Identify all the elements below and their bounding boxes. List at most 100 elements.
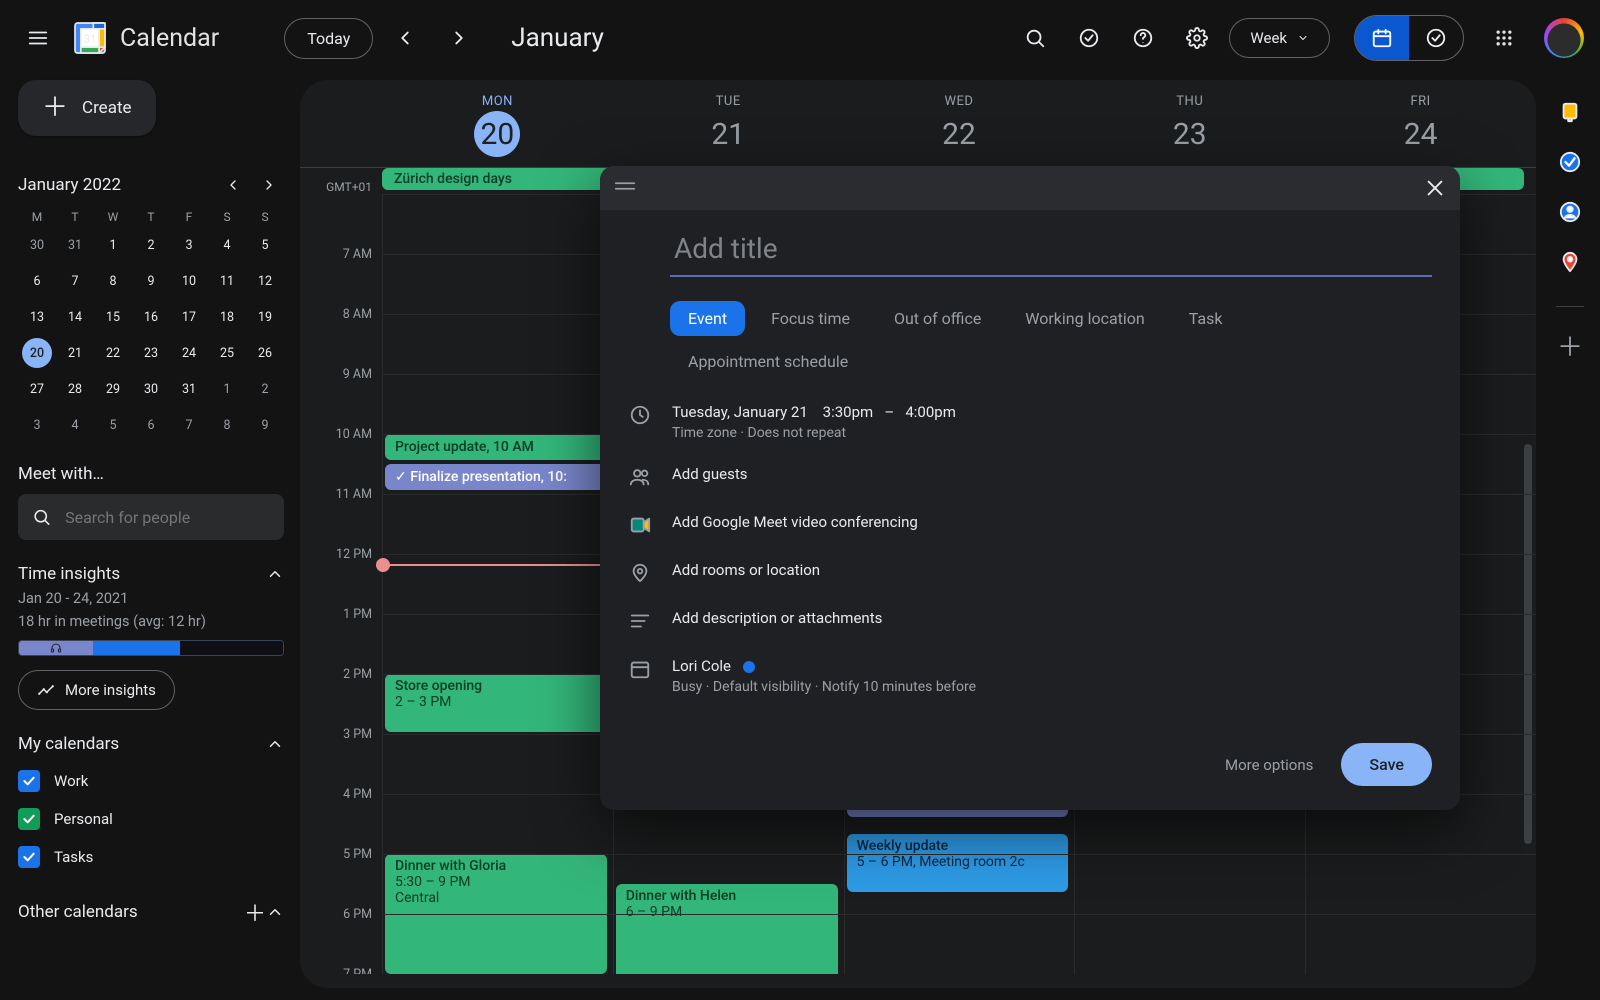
drag-handle-icon[interactable] xyxy=(614,179,636,197)
create-button[interactable]: ＋ Create xyxy=(18,80,156,136)
event-start-time[interactable]: 3:30pm xyxy=(823,403,874,421)
mini-next-button[interactable] xyxy=(254,170,284,200)
keep-icon[interactable] xyxy=(1558,100,1582,124)
mini-day[interactable]: 28 xyxy=(60,374,90,404)
event-title-input[interactable] xyxy=(670,216,1432,277)
mini-day[interactable]: 30 xyxy=(22,230,52,260)
mini-day[interactable]: 13 xyxy=(22,302,52,332)
tasks-app-icon[interactable] xyxy=(1558,150,1582,174)
mini-day[interactable]: 15 xyxy=(98,302,128,332)
mini-day[interactable]: 8 xyxy=(98,266,128,296)
collapse-other-calendars[interactable] xyxy=(266,903,284,921)
calendar-event[interactable]: Weekly update5 – 6 PM, Meeting room 2c xyxy=(847,834,1069,892)
mini-day[interactable]: 9 xyxy=(250,410,280,440)
maps-icon[interactable] xyxy=(1558,250,1582,274)
view-dropdown[interactable]: Week xyxy=(1229,18,1330,58)
tasks-view-toggle[interactable] xyxy=(1409,16,1463,60)
mini-day[interactable]: 1 xyxy=(212,374,242,404)
event-end-time[interactable]: 4:00pm xyxy=(905,403,956,421)
mini-day[interactable]: 21 xyxy=(60,338,90,368)
task-check-icon[interactable] xyxy=(1067,16,1111,60)
event-date[interactable]: Tuesday, January 21 xyxy=(672,403,808,421)
mini-day[interactable]: 23 xyxy=(136,338,166,368)
mini-day[interactable]: 5 xyxy=(250,230,280,260)
mini-day[interactable]: 2 xyxy=(136,230,166,260)
help-icon[interactable] xyxy=(1121,16,1165,60)
calendar-item[interactable]: Work xyxy=(18,770,284,792)
event-type-tab[interactable]: Event xyxy=(670,301,745,336)
mini-day[interactable]: 18 xyxy=(212,302,242,332)
calendar-checkbox[interactable] xyxy=(18,846,40,868)
more-options-button[interactable]: More options xyxy=(1225,756,1313,774)
account-avatar[interactable] xyxy=(1544,18,1584,58)
day-header[interactable]: WED22 xyxy=(844,80,1075,167)
calendar-view-toggle[interactable] xyxy=(1355,16,1409,60)
mini-day[interactable]: 26 xyxy=(250,338,280,368)
mini-day[interactable]: 17 xyxy=(174,302,204,332)
mini-day[interactable]: 2 xyxy=(250,374,280,404)
contacts-icon[interactable] xyxy=(1558,200,1582,224)
add-other-calendar[interactable]: ＋ xyxy=(244,896,266,928)
add-description-button[interactable]: Add description or attachments xyxy=(672,609,1432,627)
mini-day[interactable]: 24 xyxy=(174,338,204,368)
save-button[interactable]: Save xyxy=(1341,743,1432,786)
add-guests-button[interactable]: Add guests xyxy=(672,465,1432,483)
today-button[interactable]: Today xyxy=(284,18,373,59)
mini-day[interactable]: 3 xyxy=(174,230,204,260)
day-header[interactable]: MON20 xyxy=(382,80,613,167)
mini-day[interactable]: 3 xyxy=(22,410,52,440)
event-type-tab[interactable]: Appointment schedule xyxy=(670,344,866,379)
close-icon[interactable] xyxy=(1424,177,1446,199)
event-type-tab[interactable]: Focus time xyxy=(753,301,868,336)
add-meet-button[interactable]: Add Google Meet video conferencing xyxy=(672,513,1432,531)
mini-day[interactable]: 4 xyxy=(212,230,242,260)
event-type-tab[interactable]: Out of office xyxy=(876,301,999,336)
mini-day[interactable]: 30 xyxy=(136,374,166,404)
day-header[interactable]: FRI24 xyxy=(1305,80,1536,167)
google-apps-icon[interactable] xyxy=(1482,16,1526,60)
mini-day[interactable]: 22 xyxy=(98,338,128,368)
mini-day[interactable]: 29 xyxy=(98,374,128,404)
menu-icon[interactable] xyxy=(16,16,60,60)
scrollbar[interactable] xyxy=(1524,444,1532,844)
mini-day[interactable]: 31 xyxy=(60,230,90,260)
calendar-item[interactable]: Tasks xyxy=(18,846,284,868)
settings-gear-icon[interactable] xyxy=(1175,16,1219,60)
mini-day[interactable]: 12 xyxy=(250,266,280,296)
next-period-button[interactable] xyxy=(437,16,481,60)
collapse-time-insights[interactable] xyxy=(266,565,284,583)
mini-day[interactable]: 4 xyxy=(60,410,90,440)
add-addon-icon[interactable]: ＋ xyxy=(1558,333,1582,357)
search-icon[interactable] xyxy=(1013,16,1057,60)
more-insights-button[interactable]: More insights xyxy=(18,670,175,710)
mini-day[interactable]: 8 xyxy=(212,410,242,440)
mini-day[interactable]: 16 xyxy=(136,302,166,332)
collapse-my-calendars[interactable] xyxy=(266,735,284,753)
day-header[interactable]: TUE21 xyxy=(613,80,844,167)
mini-day[interactable]: 6 xyxy=(22,266,52,296)
mini-day[interactable]: 6 xyxy=(136,410,166,440)
mini-day[interactable]: 27 xyxy=(22,374,52,404)
mini-day[interactable]: 7 xyxy=(174,410,204,440)
calendar-item[interactable]: Personal xyxy=(18,808,284,830)
prev-period-button[interactable] xyxy=(383,16,427,60)
mini-day[interactable]: 20 xyxy=(22,338,52,368)
calendar-event[interactable]: ✓ Finalize presentation, 10: xyxy=(385,464,607,490)
mini-day[interactable]: 11 xyxy=(212,266,242,296)
organizer-detail[interactable]: Busy · Default visibility · Notify 10 mi… xyxy=(672,679,1432,695)
add-location-button[interactable]: Add rooms or location xyxy=(672,561,1432,579)
people-search-input[interactable] xyxy=(63,507,270,528)
calendar-checkbox[interactable] xyxy=(18,770,40,792)
event-type-tab[interactable]: Task xyxy=(1171,301,1241,336)
people-search[interactable] xyxy=(18,494,284,540)
mini-prev-button[interactable] xyxy=(218,170,248,200)
day-header[interactable]: THU23 xyxy=(1074,80,1305,167)
calendar-event[interactable]: Store opening2 – 3 PM xyxy=(385,674,607,732)
mini-day[interactable]: 10 xyxy=(174,266,204,296)
mini-day[interactable]: 14 xyxy=(60,302,90,332)
calendar-event[interactable]: Project update, 10 AM xyxy=(385,434,607,460)
mini-day[interactable]: 5 xyxy=(98,410,128,440)
mini-day[interactable]: 19 xyxy=(250,302,280,332)
mini-day[interactable]: 1 xyxy=(98,230,128,260)
event-type-tab[interactable]: Working location xyxy=(1007,301,1162,336)
